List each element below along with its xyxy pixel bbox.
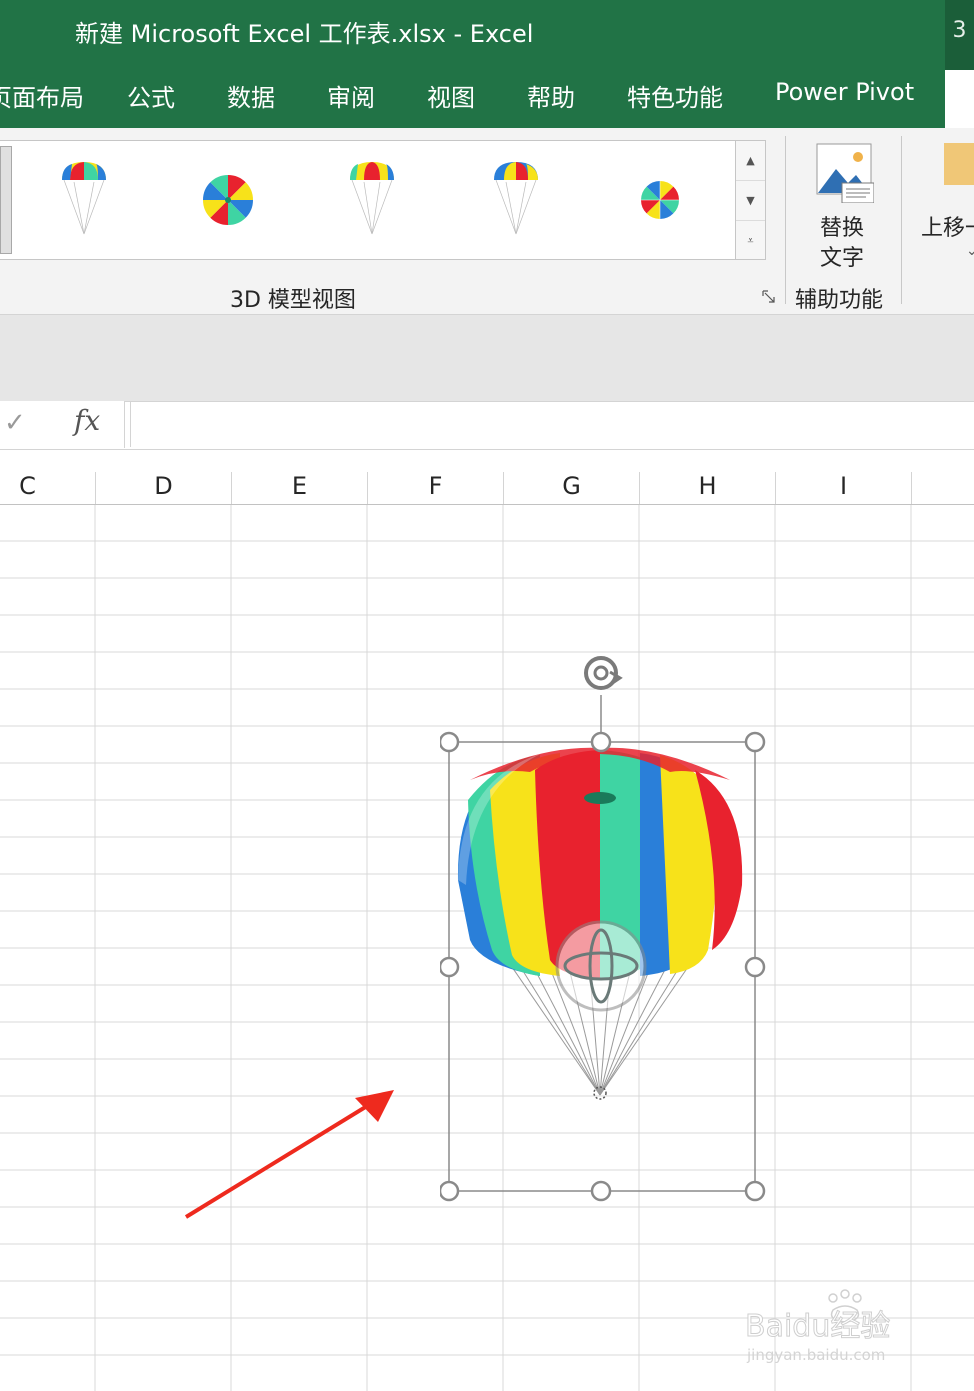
3d-rotate-icon[interactable] bbox=[555, 920, 647, 1012]
parachute-3d-model[interactable] bbox=[440, 650, 770, 1210]
svg-text:jingyan.baidu.com: jingyan.baidu.com bbox=[746, 1346, 885, 1364]
account-badge[interactable]: 3 bbox=[945, 0, 974, 70]
column-header-g[interactable]: G bbox=[504, 472, 640, 504]
ribbon-collapsed-area bbox=[0, 315, 974, 401]
formula-input[interactable] bbox=[130, 402, 974, 447]
tab-review[interactable]: 审阅 bbox=[327, 78, 375, 113]
svg-text:Baidu经验: Baidu经验 bbox=[745, 1309, 890, 1344]
group-separator bbox=[901, 136, 902, 304]
bring-forward-label[interactable]: 上移一 bbox=[921, 210, 974, 242]
insert-function-button[interactable]: fx bbox=[74, 404, 100, 437]
column-header-f[interactable]: F bbox=[368, 472, 504, 504]
column-header-i[interactable]: I bbox=[776, 472, 912, 504]
tab-view[interactable]: 视图 bbox=[427, 78, 475, 113]
group-separator bbox=[785, 136, 786, 304]
gallery-more[interactable]: ⩡ bbox=[736, 221, 765, 260]
baidu-watermark-logo: Baidu经验 jingyan.baidu.com bbox=[745, 1289, 891, 1364]
tab-power-pivot[interactable]: Power Pivot bbox=[775, 78, 914, 106]
rotate-handle-icon[interactable] bbox=[584, 656, 623, 690]
bring-forward-icon[interactable] bbox=[944, 143, 974, 185]
gallery-scrollbar: ▲ ▼ ⩡ bbox=[735, 140, 766, 260]
gallery-scroll-down[interactable]: ▼ bbox=[736, 181, 765, 221]
column-header-d[interactable]: D bbox=[96, 472, 232, 504]
column-header-h[interactable]: H bbox=[640, 472, 776, 504]
group-label-3d-view: 3D 模型视图 bbox=[230, 288, 356, 313]
alt-text-icon[interactable] bbox=[816, 143, 874, 203]
tab-help[interactable]: 帮助 bbox=[527, 78, 575, 113]
alt-text-label-line2[interactable]: 文字 bbox=[820, 240, 864, 272]
window-title: 新建 Microsoft Excel 工作表.xlsx - Excel bbox=[75, 20, 534, 48]
chevron-down-icon[interactable]: ⌄ bbox=[966, 243, 974, 259]
gallery-view-front[interactable] bbox=[34, 150, 134, 250]
tab-data[interactable]: 数据 bbox=[227, 78, 275, 113]
tab-page-layout[interactable]: 页面布局 bbox=[0, 78, 84, 113]
check-icon[interactable]: ✓ bbox=[4, 408, 26, 438]
gallery-view-below[interactable] bbox=[610, 150, 710, 250]
gallery-item-partial[interactable] bbox=[0, 146, 12, 254]
dialog-launcher-icon[interactable] bbox=[762, 290, 776, 304]
column-header-c[interactable]: C bbox=[0, 472, 96, 504]
gallery-scroll-up[interactable]: ▲ bbox=[736, 141, 765, 181]
group-label-accessibility: 辅助功能 bbox=[795, 288, 884, 313]
annotation-arrow-icon bbox=[184, 1090, 394, 1219]
gallery-view-side[interactable] bbox=[322, 150, 422, 250]
tab-special-features[interactable]: 特色功能 bbox=[627, 78, 723, 113]
gallery-view-top[interactable] bbox=[178, 150, 278, 250]
tab-formulas[interactable]: 公式 bbox=[127, 78, 175, 113]
gallery-view-angle[interactable] bbox=[466, 150, 566, 250]
alt-text-label[interactable]: 替换 bbox=[820, 210, 864, 242]
column-header-e[interactable]: E bbox=[232, 472, 368, 504]
